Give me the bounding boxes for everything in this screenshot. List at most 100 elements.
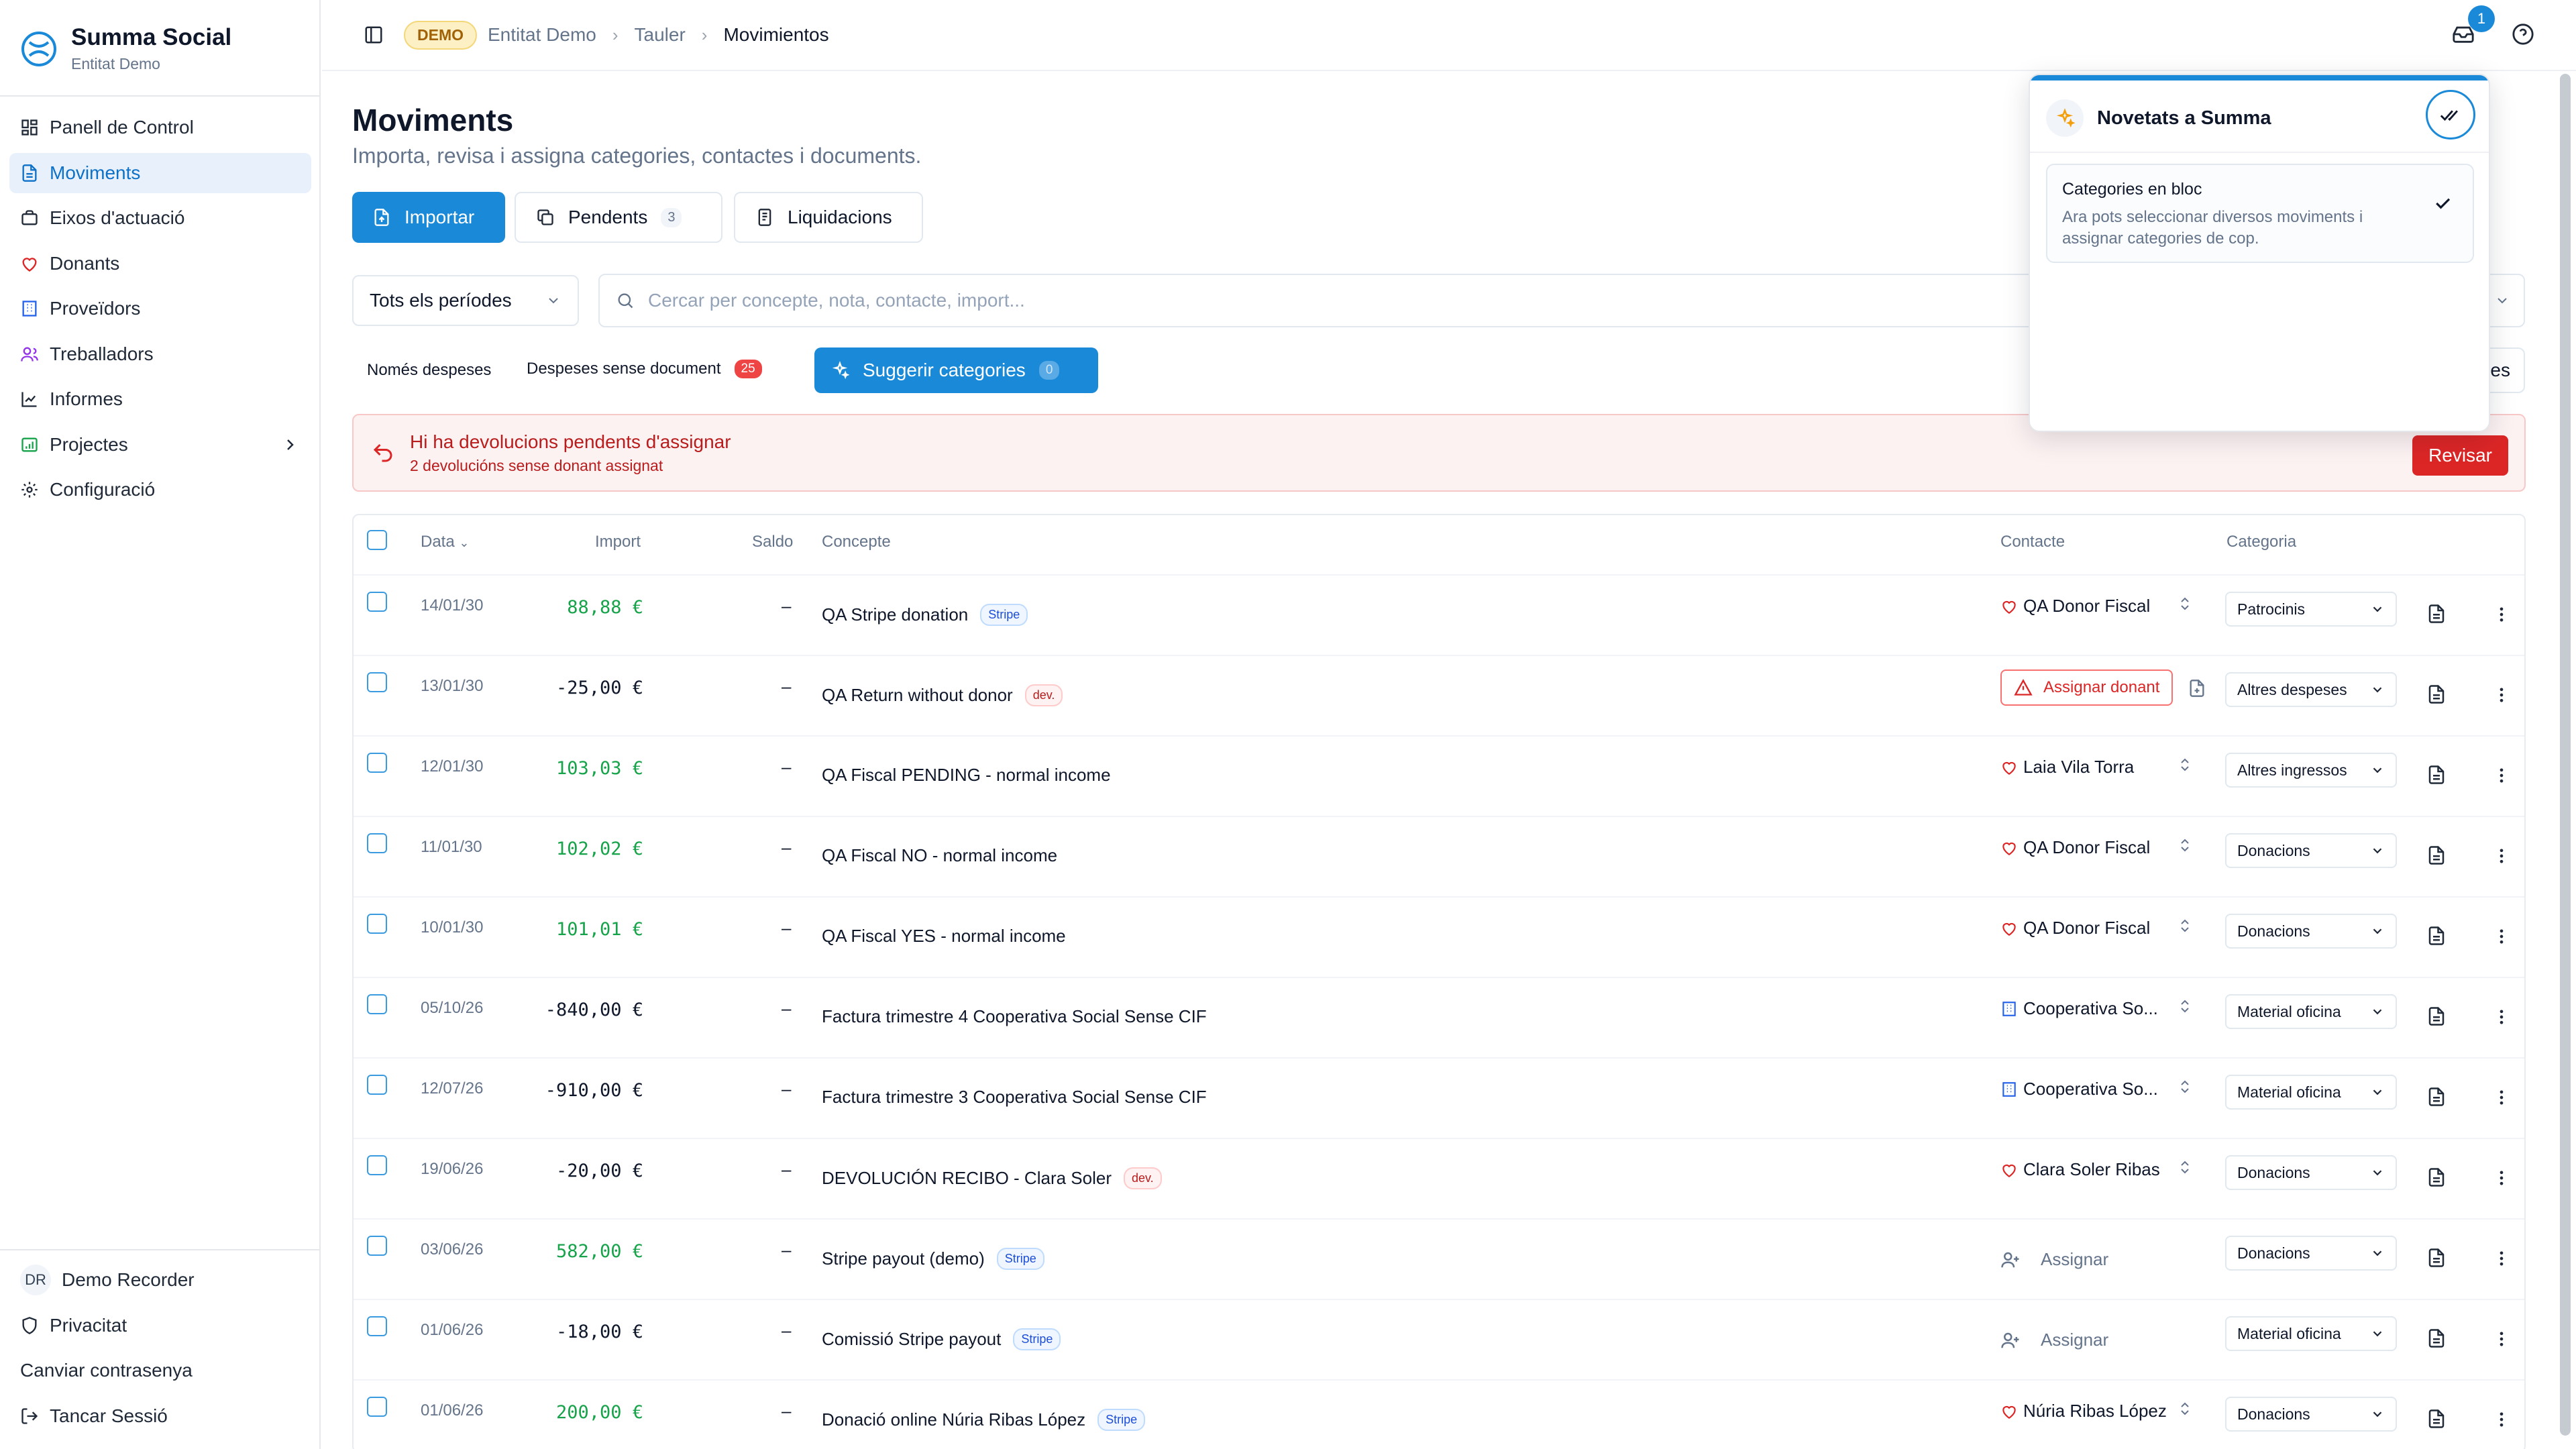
more-vertical-icon[interactable] bbox=[2492, 686, 2511, 704]
document-icon[interactable] bbox=[2426, 1006, 2447, 1026]
document-icon[interactable] bbox=[2426, 845, 2447, 865]
more-vertical-icon[interactable] bbox=[2492, 927, 2511, 946]
contact-cell[interactable]: QA Donor Fiscal bbox=[2000, 596, 2150, 616]
contact-cell[interactable]: Núria Ribas López bbox=[2000, 1401, 2167, 1421]
only-expenses-filter[interactable]: Només despeses bbox=[367, 361, 491, 380]
chevrons-up-down-icon[interactable] bbox=[2177, 837, 2193, 853]
sidebar-item-projectes[interactable]: Projectes bbox=[9, 425, 311, 465]
chevrons-up-down-icon[interactable] bbox=[2177, 596, 2193, 612]
assign-contact-button[interactable]: Assignar bbox=[2000, 1330, 2108, 1350]
user-menu[interactable]: DR Demo Recorder bbox=[9, 1260, 311, 1300]
sidebar-item-informes[interactable]: Informes bbox=[9, 379, 311, 419]
document-icon[interactable] bbox=[2426, 1328, 2447, 1348]
sidebar-item-treballadors[interactable]: Treballadors bbox=[9, 334, 311, 374]
more-vertical-icon[interactable] bbox=[2492, 766, 2511, 785]
sidebar-item-panell[interactable]: Panell de Control bbox=[9, 107, 311, 148]
table-row[interactable]: 10/01/30 101,01 € – QA Fiscal YES - norm… bbox=[354, 896, 2524, 977]
more-vertical-icon[interactable] bbox=[2492, 1330, 2511, 1348]
chevrons-up-down-icon[interactable] bbox=[2177, 757, 2193, 773]
period-select[interactable]: Tots els períodes bbox=[352, 275, 579, 326]
category-select[interactable]: Donacions bbox=[2225, 1155, 2397, 1190]
category-select[interactable]: Patrocinis bbox=[2225, 592, 2397, 627]
category-select[interactable]: Material oficina bbox=[2225, 994, 2397, 1029]
category-select[interactable]: Altres ingressos bbox=[2225, 753, 2397, 788]
no-document-filter[interactable]: Despeses sense document 25 bbox=[527, 360, 762, 378]
select-all-checkbox[interactable] bbox=[367, 530, 387, 550]
document-icon[interactable] bbox=[2426, 1087, 2447, 1107]
category-select[interactable]: Donacions bbox=[2225, 914, 2397, 949]
table-row[interactable]: 13/01/30 -25,00 € – QA Return without do… bbox=[354, 655, 2524, 735]
sidebar-item-configuracio[interactable]: Configuració bbox=[9, 470, 311, 510]
inbox-button[interactable]: 1 bbox=[2452, 5, 2495, 46]
document-icon[interactable] bbox=[2426, 1167, 2447, 1187]
table-row[interactable]: 01/06/26 200,00 € – Donació online Núria… bbox=[354, 1379, 2524, 1449]
chevrons-up-down-icon[interactable] bbox=[2177, 1401, 2193, 1417]
chevron-down-icon[interactable] bbox=[2494, 292, 2510, 309]
contact-cell[interactable]: Cooperativa So... bbox=[2000, 1079, 2158, 1099]
table-row[interactable]: 01/06/26 -18,00 € – Comissió Stripe payo… bbox=[354, 1299, 2524, 1379]
mark-all-read-button[interactable] bbox=[2426, 90, 2475, 140]
suggest-categories-button[interactable]: Suggerir categories 0 bbox=[814, 347, 1098, 393]
sidebar-item-eixos[interactable]: Eixos d'actuació bbox=[9, 198, 311, 238]
contact-cell[interactable]: Laia Vila Torra bbox=[2000, 757, 2134, 777]
more-vertical-icon[interactable] bbox=[2492, 1008, 2511, 1026]
chevrons-up-down-icon[interactable] bbox=[2177, 918, 2193, 934]
sidebar-toggle-icon[interactable] bbox=[364, 25, 384, 45]
brand[interactable]: Summa Social Entitat Demo bbox=[20, 24, 231, 73]
category-select[interactable]: Donacions bbox=[2225, 833, 2397, 868]
table-row[interactable]: 12/01/30 103,03 € – QA Fiscal PENDING - … bbox=[354, 735, 2524, 816]
more-vertical-icon[interactable] bbox=[2492, 1169, 2511, 1187]
category-select[interactable]: Donacions bbox=[2225, 1397, 2397, 1432]
document-icon[interactable] bbox=[2426, 684, 2447, 704]
review-button[interactable]: Revisar bbox=[2412, 435, 2508, 476]
table-row[interactable]: 12/07/26 -910,00 € – Factura trimestre 3… bbox=[354, 1057, 2524, 1138]
logout-button[interactable]: Tancar Sessió bbox=[9, 1396, 311, 1436]
attach-file-icon[interactable] bbox=[2188, 679, 2206, 698]
more-vertical-icon[interactable] bbox=[2492, 1088, 2511, 1107]
table-row[interactable]: 11/01/30 102,02 € – QA Fiscal NO - norma… bbox=[354, 816, 2524, 896]
table-row[interactable]: 14/01/30 88,88 € – QA Stripe donation Str… bbox=[354, 574, 2524, 655]
settlements-button[interactable]: Liquidacions bbox=[734, 192, 923, 243]
assign-donor-button[interactable]: Assignar donant bbox=[2000, 669, 2174, 706]
header-date[interactable]: Data ⌄ bbox=[421, 533, 469, 551]
sidebar-item-donants[interactable]: Donants bbox=[9, 244, 311, 284]
pending-button[interactable]: Pendents 3 bbox=[515, 192, 722, 243]
breadcrumb-tauler[interactable]: Tauler bbox=[635, 24, 686, 46]
category-select[interactable]: Material oficina bbox=[2225, 1316, 2397, 1351]
chevron-right-icon[interactable] bbox=[282, 437, 298, 453]
document-icon[interactable] bbox=[2426, 1248, 2447, 1268]
news-title: Categories en bloc bbox=[2062, 180, 2202, 199]
contact-cell[interactable]: Clara Soler Ribas bbox=[2000, 1159, 2160, 1180]
import-button[interactable]: Importar bbox=[352, 192, 505, 243]
category-select[interactable]: Donacions bbox=[2225, 1236, 2397, 1271]
sidebar-item-proveidors[interactable]: Proveïdors bbox=[9, 288, 311, 329]
chevrons-up-down-icon[interactable] bbox=[2177, 998, 2193, 1014]
chevrons-up-down-icon[interactable] bbox=[2177, 1079, 2193, 1095]
help-button[interactable] bbox=[2512, 23, 2534, 46]
table-row[interactable]: 03/06/26 582,00 € – Stripe payout (demo)… bbox=[354, 1218, 2524, 1299]
change-password-link[interactable]: Canviar contrasenya bbox=[9, 1350, 311, 1391]
check-icon[interactable] bbox=[2432, 193, 2453, 213]
contact-cell[interactable]: QA Donor Fiscal bbox=[2000, 918, 2150, 938]
document-icon[interactable] bbox=[2426, 1409, 2447, 1429]
more-vertical-icon[interactable] bbox=[2492, 847, 2511, 865]
document-icon[interactable] bbox=[2426, 765, 2447, 785]
more-vertical-icon[interactable] bbox=[2492, 605, 2511, 624]
contact-cell[interactable]: Cooperativa So... bbox=[2000, 998, 2158, 1019]
contact-cell[interactable]: QA Donor Fiscal bbox=[2000, 837, 2150, 858]
category-select[interactable]: Material oficina bbox=[2225, 1075, 2397, 1110]
more-vertical-icon[interactable] bbox=[2492, 1410, 2511, 1429]
table-row[interactable]: 19/06/26 -20,00 € – DEVOLUCIÓN RECIBO - … bbox=[354, 1138, 2524, 1218]
category-select[interactable]: Altres despeses bbox=[2225, 672, 2397, 707]
breadcrumb-entity[interactable]: Entitat Demo bbox=[488, 24, 596, 46]
more-vertical-icon[interactable] bbox=[2492, 1249, 2511, 1268]
news-item[interactable]: Categories en bloc Ara pots seleccionar … bbox=[2046, 164, 2474, 263]
assign-contact-button[interactable]: Assignar bbox=[2000, 1249, 2108, 1270]
document-icon[interactable] bbox=[2426, 926, 2447, 946]
sidebar-item-moviments[interactable]: Moviments bbox=[9, 152, 311, 193]
scrollbar[interactable] bbox=[2560, 74, 2571, 1436]
table-row[interactable]: 05/10/26 -840,00 € – Factura trimestre 4… bbox=[354, 977, 2524, 1057]
chevrons-up-down-icon[interactable] bbox=[2177, 1159, 2193, 1175]
document-icon[interactable] bbox=[2426, 604, 2447, 624]
privacy-link[interactable]: Privacitat bbox=[9, 1305, 311, 1346]
